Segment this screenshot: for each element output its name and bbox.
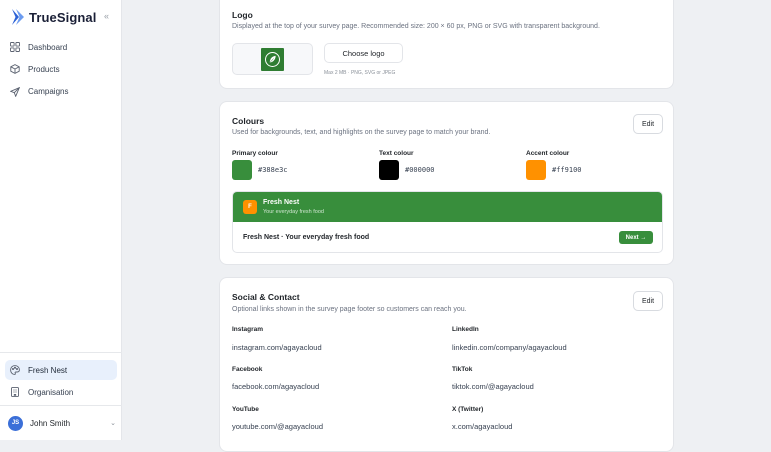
accent-colour-label: Accent colour [526, 150, 570, 157]
box-icon [10, 64, 20, 75]
logo-card: Logo Displayed at the top of your survey… [219, 0, 674, 89]
edit-social-button[interactable]: Edit [633, 291, 663, 311]
primary-colour-label: Primary colour [232, 150, 278, 157]
truesignal-logo-icon [12, 9, 24, 25]
primary-colour-swatch[interactable] [232, 160, 252, 180]
sidebar-item-dashboard[interactable]: Dashboard [5, 37, 117, 57]
avatar: JS [8, 415, 23, 431]
building-icon [11, 387, 19, 398]
logo-upload-hint: Max 2 MB · PNG, SVG or JPEG [324, 70, 396, 76]
youtube-label: YouTube [232, 406, 259, 413]
grid-icon [10, 42, 20, 52]
nav-workspace: Fresh Nest Organisation [5, 360, 117, 405]
linkedin-value: linkedin.com/company/agayacloud [452, 343, 567, 352]
sidebar-divider [0, 352, 122, 353]
preview-brand-name: Fresh Nest [263, 199, 300, 206]
brand-name: TrueSignal [29, 9, 97, 25]
send-icon [10, 86, 20, 97]
youtube-value: youtube.com/@agayacloud [232, 422, 324, 431]
sidebar-item-products[interactable]: Products [5, 59, 117, 79]
section-title: Logo [232, 10, 253, 20]
text-colour-value: #000000 [405, 166, 435, 174]
chevron-down-icon: ⌄ [110, 420, 116, 427]
instagram-label: Instagram [232, 326, 264, 333]
primary-colour-value: #388e3c [258, 166, 288, 174]
sidebar-item-label: Dashboard [28, 42, 68, 52]
sidebar-item-organisation[interactable]: Organisation [5, 382, 117, 402]
tiktok-value: tiktok.com/@agayacloud [452, 382, 534, 391]
social-card: Social & Contact Optional links shown in… [219, 277, 674, 452]
preview-header: F Fresh Nest Your everyday fresh food [233, 192, 662, 222]
sidebar-item-fresh-nest[interactable]: Fresh Nest [5, 360, 117, 380]
x-twitter-value: x.com/agayacloud [452, 422, 513, 431]
preview-body-text: Fresh Nest · Your everyday fresh food [243, 234, 370, 241]
preview-next-button: Next → [619, 231, 653, 244]
sidebar-item-label: Organisation [28, 387, 74, 397]
preview-badge: F [243, 200, 257, 214]
section-description: Used for backgrounds, text, and highligh… [232, 129, 491, 136]
sidebar-item-label: Products [28, 64, 60, 74]
sidebar: TrueSignal « Dashboard Products Campaign… [0, 0, 122, 440]
brand-preview: F Fresh Nest Your everyday fresh food Fr… [232, 191, 663, 253]
section-title: Social & Contact [232, 292, 300, 302]
preview-tagline: Your everyday fresh food [263, 209, 324, 215]
facebook-label: Facebook [232, 366, 263, 373]
x-twitter-label: X (Twitter) [452, 406, 484, 413]
accent-colour-swatch[interactable] [526, 160, 546, 180]
leaf-logo-icon [261, 47, 284, 71]
colours-card: Colours Used for backgrounds, text, and … [219, 101, 674, 265]
edit-colours-button[interactable]: Edit [633, 114, 663, 134]
user-name: John Smith [30, 418, 71, 428]
collapse-sidebar-icon[interactable]: « [104, 11, 109, 21]
palette-icon [10, 365, 20, 375]
tiktok-label: TikTok [452, 366, 473, 373]
sidebar-divider [0, 405, 122, 406]
linkedin-label: LinkedIn [452, 326, 479, 333]
section-description: Displayed at the top of your survey page… [232, 23, 600, 30]
brand[interactable]: TrueSignal [11, 8, 96, 26]
user-menu[interactable]: JS John Smith ⌄ [8, 414, 116, 432]
text-colour-swatch[interactable] [379, 160, 399, 180]
facebook-value: facebook.com/agayacloud [232, 382, 320, 391]
choose-logo-button[interactable]: Choose logo [324, 43, 403, 63]
section-title: Colours [232, 116, 265, 126]
sidebar-item-label: Campaigns [28, 87, 69, 97]
text-colour-label: Text colour [379, 150, 414, 157]
logo-preview [232, 43, 313, 75]
section-description: Optional links shown in the survey page … [232, 306, 467, 313]
instagram-value: instagram.com/agayacloud [232, 343, 322, 352]
sidebar-item-campaigns[interactable]: Campaigns [5, 82, 117, 102]
accent-colour-value: #ff9100 [552, 166, 582, 174]
nav-main: Dashboard Products Campaigns [5, 37, 117, 104]
sidebar-item-label: Fresh Nest [28, 365, 68, 375]
